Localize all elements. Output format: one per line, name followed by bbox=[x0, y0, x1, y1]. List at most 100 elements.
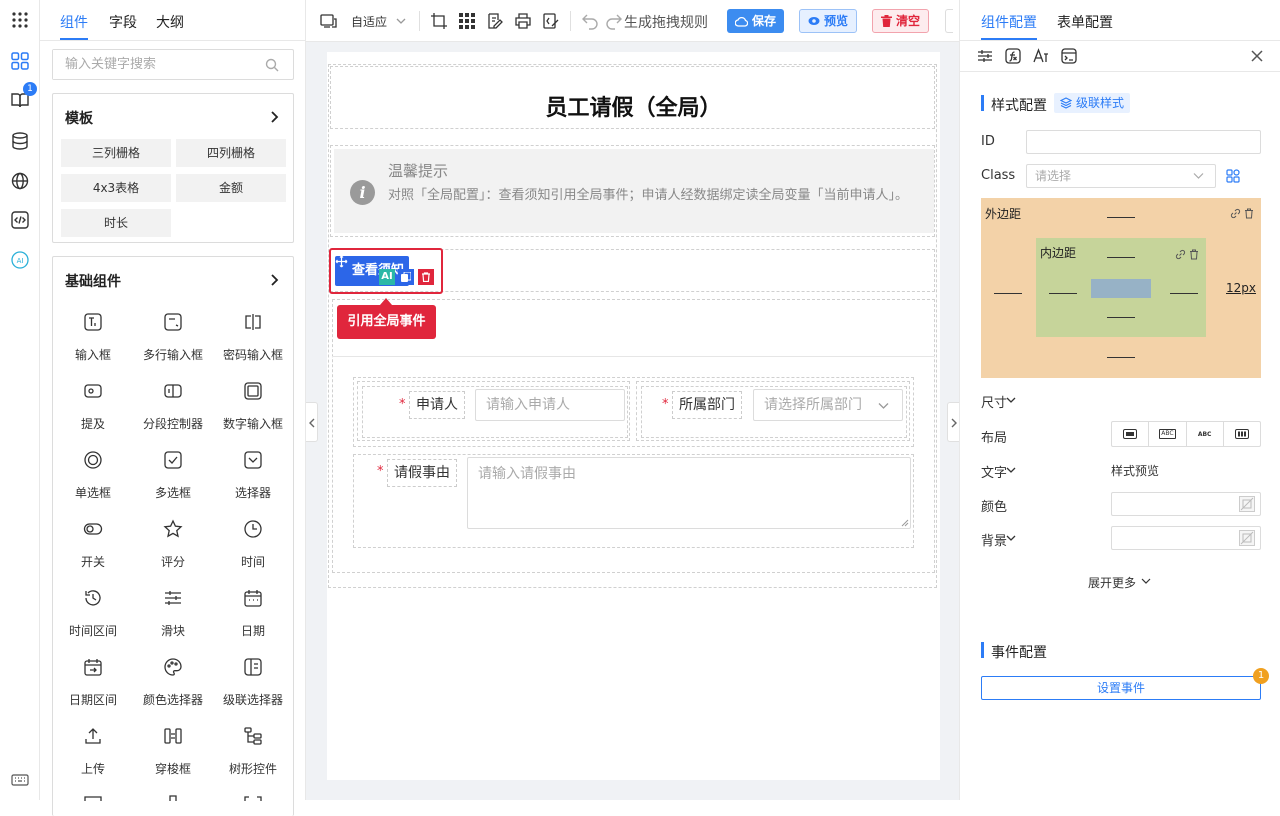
comp-transfer[interactable]: 穿梭框 bbox=[133, 726, 213, 788]
padding-bottom-value[interactable] bbox=[1107, 317, 1135, 318]
comp-input[interactable]: 输入框 bbox=[53, 312, 133, 374]
comp-mention[interactable]: 提及 bbox=[53, 381, 133, 443]
redo-icon[interactable] bbox=[605, 12, 623, 30]
chevron-down-icon[interactable] bbox=[1006, 534, 1016, 542]
template-three-col[interactable]: 三列栅格 bbox=[61, 139, 171, 167]
template-four-col[interactable]: 四列栅格 bbox=[176, 139, 286, 167]
margin-bottom-value[interactable] bbox=[1107, 357, 1135, 358]
grid-icon[interactable] bbox=[458, 12, 476, 30]
function-icon[interactable] bbox=[1005, 48, 1021, 64]
app-grid-icon[interactable] bbox=[10, 10, 30, 30]
color-picker-icon[interactable] bbox=[1239, 496, 1255, 512]
class-manage-icon[interactable] bbox=[1226, 169, 1240, 183]
set-event-button[interactable]: 设置事件 bbox=[981, 676, 1261, 700]
trash-icon[interactable] bbox=[1244, 208, 1254, 219]
comp-slider[interactable]: 滑块 bbox=[133, 588, 213, 650]
layout-block[interactable] bbox=[1112, 422, 1150, 446]
comp-rate[interactable]: 评分 bbox=[133, 519, 213, 581]
edit-doc-icon[interactable] bbox=[486, 12, 504, 30]
template-table[interactable]: 4x3表格 bbox=[61, 174, 171, 202]
collapse-right-handle[interactable] bbox=[947, 402, 959, 442]
generate-drag-rules[interactable]: 生成拖拽规则 bbox=[624, 12, 708, 32]
terminal-icon[interactable] bbox=[1061, 48, 1077, 64]
chevron-down-icon[interactable] bbox=[1006, 466, 1016, 474]
preview-button[interactable]: 预览 bbox=[799, 9, 858, 33]
chevron-right-icon[interactable] bbox=[267, 110, 281, 124]
text-toggle[interactable]: 文字 bbox=[981, 462, 1007, 481]
ai-action-badge[interactable]: AI bbox=[379, 269, 395, 285]
comp-textarea[interactable]: 多行输入框 bbox=[133, 312, 213, 374]
tab-fields[interactable]: 字段 bbox=[109, 12, 137, 32]
comp-password[interactable]: 密码输入框 bbox=[213, 312, 293, 374]
keyboard-icon[interactable] bbox=[10, 770, 30, 790]
comp-switch[interactable]: 开关 bbox=[53, 519, 133, 581]
undo-icon[interactable] bbox=[581, 12, 599, 30]
link-icon[interactable] bbox=[1230, 208, 1241, 219]
layout-inline-block[interactable]: ABC bbox=[1149, 422, 1187, 446]
move-icon[interactable] bbox=[335, 255, 348, 268]
margin-right-value[interactable]: 12px bbox=[1226, 281, 1256, 295]
collapse-left-handle[interactable] bbox=[306, 402, 318, 442]
globe-icon[interactable] bbox=[10, 171, 30, 191]
padding-box[interactable]: 内边距 bbox=[1036, 238, 1206, 337]
margin-box[interactable]: 外边距 12px 内边距 bbox=[981, 198, 1261, 378]
comp-date[interactable]: 日期 bbox=[213, 588, 293, 650]
applicant-input[interactable]: 请输入申请人 bbox=[475, 389, 625, 421]
class-select[interactable]: 请选择 bbox=[1026, 164, 1216, 188]
close-icon[interactable] bbox=[1250, 49, 1264, 63]
chevron-down-icon[interactable] bbox=[1006, 396, 1016, 404]
size-toggle[interactable]: 尺寸 bbox=[981, 392, 1007, 411]
padding-right-value[interactable] bbox=[1170, 293, 1198, 294]
background-picker-icon[interactable] bbox=[1239, 530, 1255, 546]
json-icon[interactable] bbox=[542, 12, 560, 30]
search-input[interactable] bbox=[53, 50, 253, 79]
trash-icon[interactable] bbox=[1189, 249, 1199, 260]
padding-left-value[interactable] bbox=[1049, 293, 1077, 294]
comp-select[interactable]: 选择器 bbox=[213, 450, 293, 512]
template-amount[interactable]: 金额 bbox=[176, 174, 286, 202]
tab-outline[interactable]: 大纲 bbox=[156, 12, 184, 32]
components-icon[interactable] bbox=[10, 51, 30, 71]
crop-icon[interactable] bbox=[430, 12, 448, 30]
chevron-down-icon[interactable] bbox=[1141, 577, 1151, 585]
id-input[interactable] bbox=[1026, 130, 1261, 154]
search-icon[interactable] bbox=[265, 58, 279, 72]
comp-time[interactable]: 时间 bbox=[213, 519, 293, 581]
layout-inline[interactable]: ABC bbox=[1187, 422, 1224, 446]
comp-date-range[interactable]: 日期区间 bbox=[53, 657, 133, 719]
reason-textarea[interactable]: 请输入请假事由 bbox=[467, 457, 911, 529]
template-duration[interactable]: 时长 bbox=[61, 209, 171, 237]
device-icon[interactable] bbox=[319, 12, 337, 30]
copy-action[interactable] bbox=[398, 269, 414, 285]
comp-radio[interactable]: 单选框 bbox=[53, 450, 133, 512]
chevron-down-icon[interactable] bbox=[396, 16, 406, 26]
delete-action[interactable] bbox=[418, 269, 434, 285]
save-button[interactable]: 保存 bbox=[727, 9, 785, 33]
layout-flex[interactable] bbox=[1224, 422, 1260, 446]
margin-left-value[interactable] bbox=[994, 293, 1022, 294]
text-style-icon[interactable] bbox=[1033, 48, 1049, 64]
print-icon[interactable] bbox=[514, 12, 532, 30]
padding-top-value[interactable] bbox=[1107, 257, 1135, 258]
database-icon[interactable] bbox=[10, 131, 30, 151]
expand-more[interactable]: 展开更多 bbox=[1088, 574, 1136, 591]
margin-top-value[interactable] bbox=[1107, 217, 1135, 218]
comp-tree[interactable]: 树形控件 bbox=[213, 726, 293, 788]
tab-component-config[interactable]: 组件配置 bbox=[981, 12, 1037, 32]
tab-form-config[interactable]: 表单配置 bbox=[1057, 12, 1113, 32]
comp-cascader[interactable]: 级联选择器 bbox=[213, 657, 293, 719]
comp-color-picker[interactable]: 颜色选择器 bbox=[133, 657, 213, 719]
code-icon[interactable] bbox=[10, 210, 30, 230]
adapt-select[interactable]: 自适应 bbox=[351, 13, 387, 30]
link-icon[interactable] bbox=[1175, 249, 1186, 260]
resize-handle-icon[interactable] bbox=[901, 519, 909, 527]
cascade-style-tag[interactable]: 级联样式 bbox=[1054, 93, 1131, 113]
comp-number[interactable]: 数字输入框 bbox=[213, 381, 293, 443]
tip-alert[interactable]: i 温馨提示 对照「全局配置」：查看须知引用全局事件；申请人经数据绑定读全局变量… bbox=[334, 149, 934, 233]
ai-assistant-icon[interactable]: AI bbox=[10, 250, 30, 270]
settings-sliders-icon[interactable] bbox=[977, 48, 993, 64]
comp-checkbox[interactable]: 多选框 bbox=[133, 450, 213, 512]
comp-time-range[interactable]: 时间区间 bbox=[53, 588, 133, 650]
more-button[interactable] bbox=[945, 9, 953, 33]
tab-components[interactable]: 组件 bbox=[60, 12, 88, 32]
